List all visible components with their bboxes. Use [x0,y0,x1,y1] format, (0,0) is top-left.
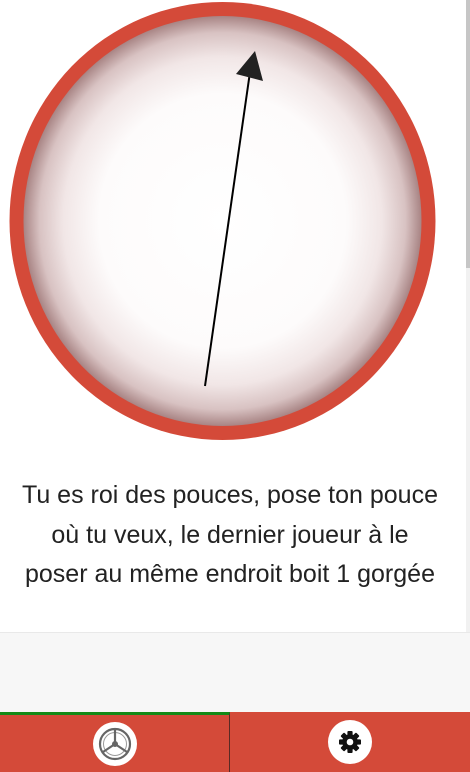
spinner-wheel-icon [92,721,137,766]
nav-settings-button[interactable] [230,712,470,772]
bottom-nav [0,712,470,772]
spin-wheel-graphic[interactable] [8,0,437,442]
gear-icon [328,720,372,764]
spin-wheel[interactable] [8,0,437,442]
scrollbar-thumb[interactable] [466,0,470,268]
app-screen: Tu es roi des pouces, pose ton pouce où … [0,0,470,772]
wheel-face [23,16,422,426]
scrollbar-track[interactable] [466,0,470,632]
content-footer-area [0,632,470,713]
nav-game-button[interactable] [0,712,230,772]
rule-text: Tu es roi des pouces, pose ton pouce où … [21,481,438,588]
